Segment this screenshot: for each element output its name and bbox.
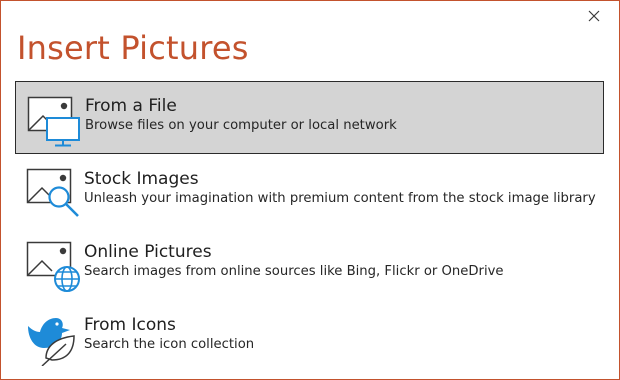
option-from-icons[interactable]: From Icons Search the icon collection	[15, 300, 604, 373]
option-title: Stock Images	[84, 169, 199, 189]
picture-globe-icon	[26, 241, 80, 292]
option-stock-images[interactable]: Stock Images Unleash your imagination wi…	[15, 154, 604, 227]
bird-leaf-icon	[28, 318, 75, 366]
option-title: From Icons	[84, 315, 176, 335]
option-title: From a File	[85, 96, 177, 116]
picture-computer-icon	[27, 96, 80, 147]
option-title: Online Pictures	[84, 242, 212, 262]
insert-pictures-dialog: Insert Pictures From a File Browse files…	[0, 0, 620, 380]
option-description: Unleash your imagination with premium co…	[84, 191, 596, 206]
close-icon	[588, 10, 600, 22]
option-from-a-file[interactable]: From a File Browse files on your compute…	[15, 81, 604, 154]
insert-options-list: From a File Browse files on your compute…	[15, 81, 604, 373]
option-description: Search the icon collection	[84, 337, 255, 352]
option-description: Browse files on your computer or local n…	[85, 118, 397, 133]
close-button[interactable]	[583, 5, 605, 27]
option-online-pictures[interactable]: Online Pictures Search images from onlin…	[15, 227, 604, 300]
option-description: Search images from online sources like B…	[84, 264, 504, 279]
picture-search-icon	[26, 168, 79, 217]
dialog-title: Insert Pictures	[17, 29, 249, 67]
